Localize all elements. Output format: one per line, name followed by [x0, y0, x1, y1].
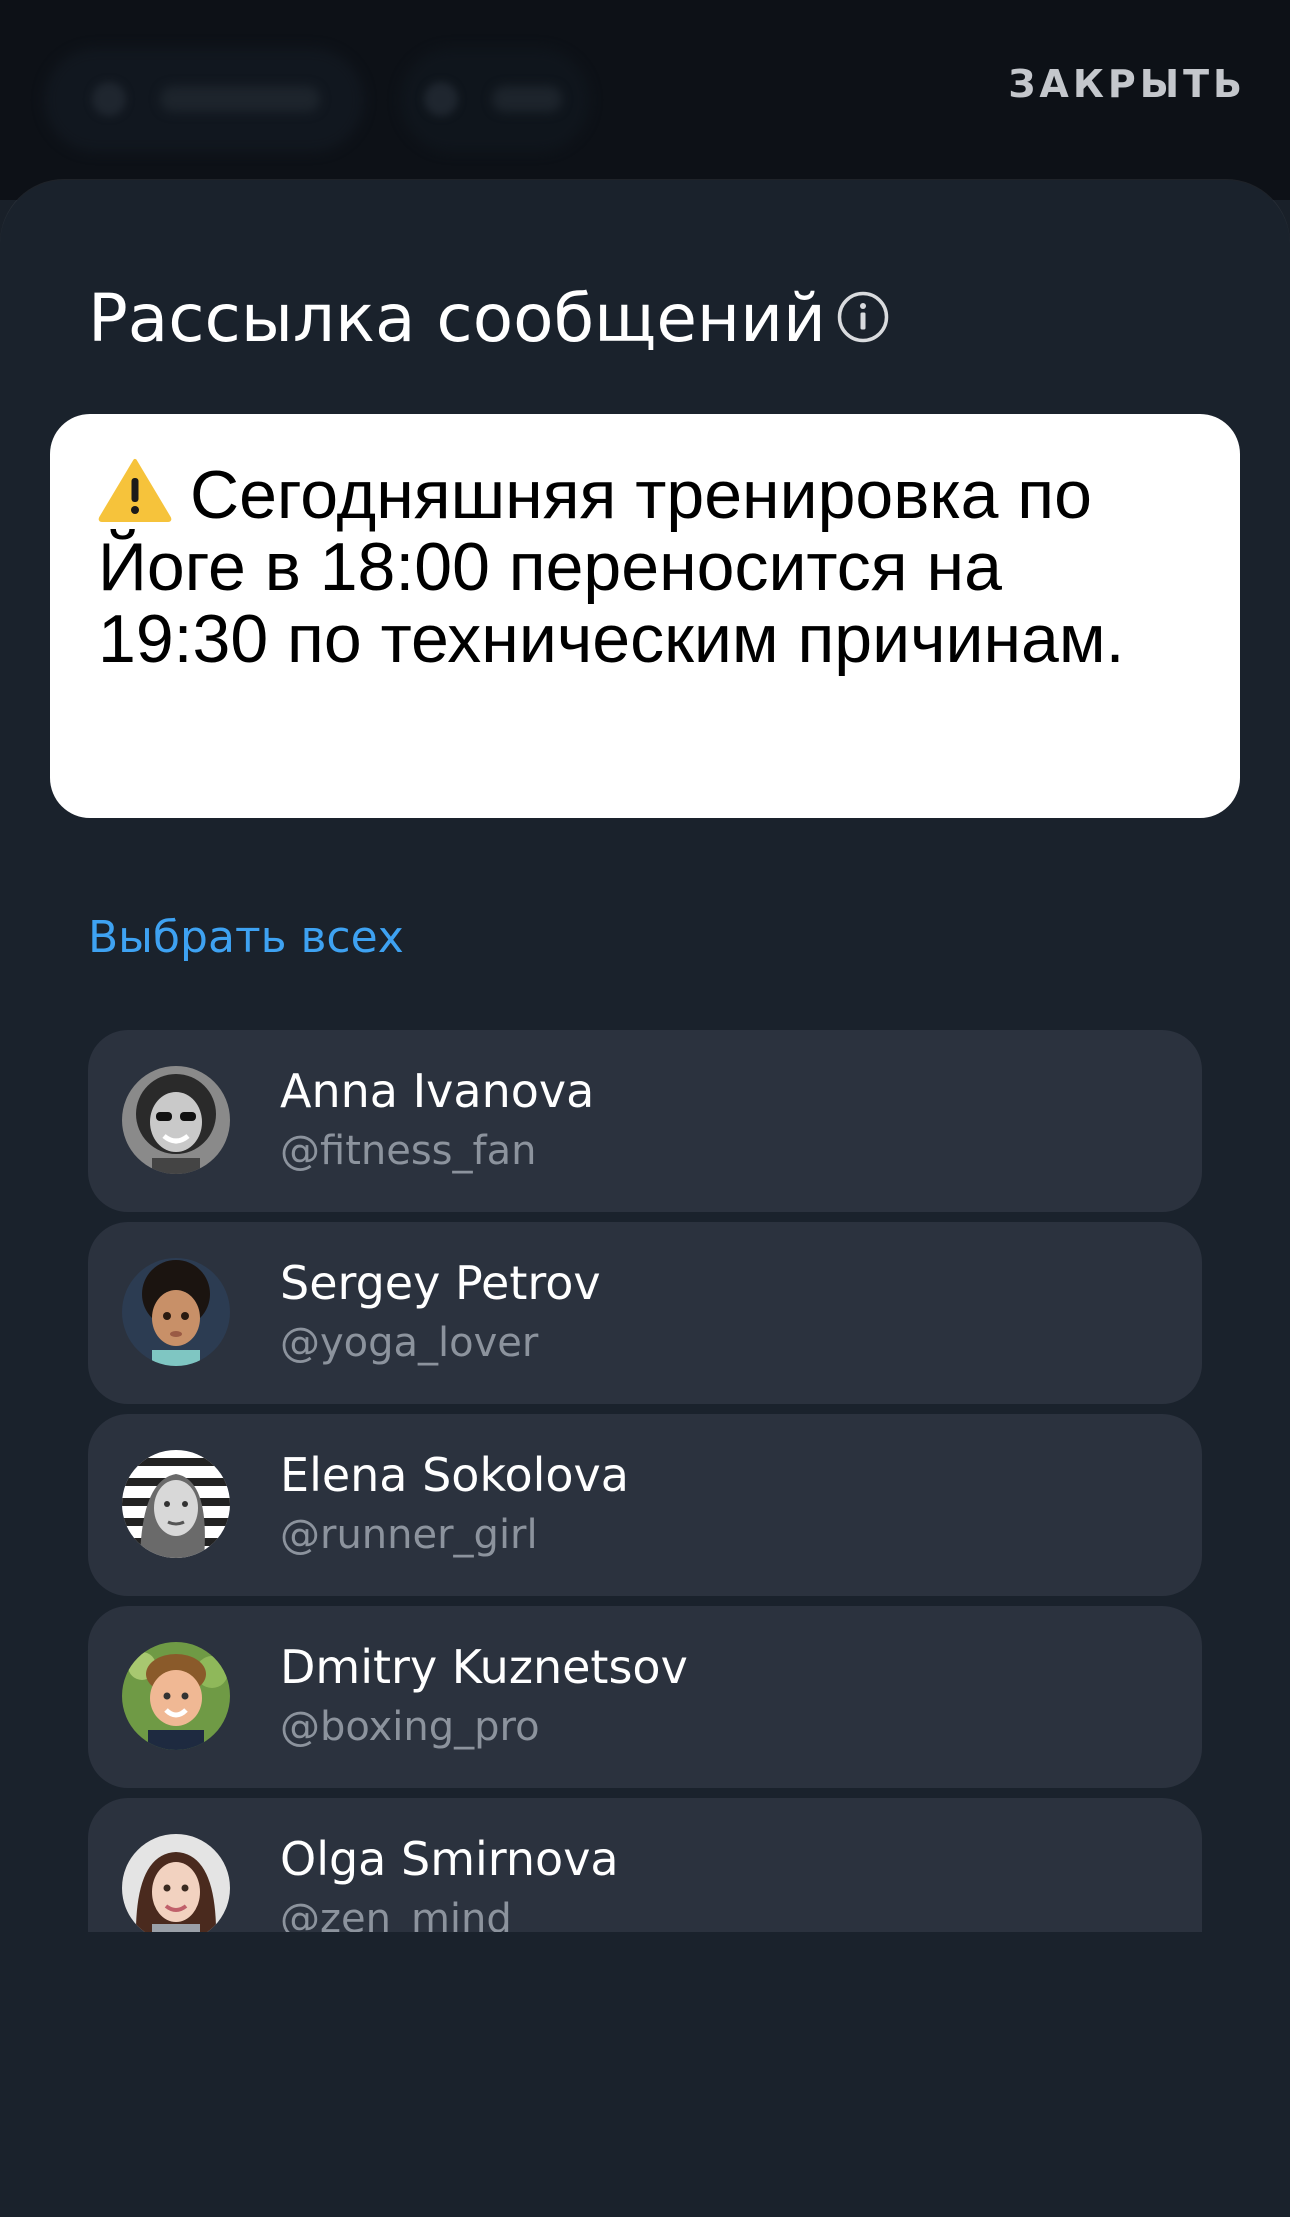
recipient-name: Dmitry Kuznetsov — [280, 1640, 688, 1694]
recipient-handle: @zen_mind — [280, 1896, 512, 1932]
recipient-name: Anna Ivanova — [280, 1064, 595, 1118]
recipient-handle: @boxing_pro — [280, 1704, 540, 1750]
blurred-label — [160, 86, 320, 112]
info-circle-icon[interactable] — [836, 290, 890, 344]
avatar — [122, 1834, 230, 1932]
recipient-handle: @runner_girl — [280, 1512, 538, 1558]
recipient-name: Elena Sokolova — [280, 1448, 629, 1502]
avatar-image — [122, 1258, 230, 1366]
avatar-image — [122, 1642, 230, 1750]
message-preview-card: Сегодняшняя тренировка по Йоге в 18:00 п… — [50, 414, 1240, 818]
warning-icon — [98, 459, 172, 522]
background-header: ЗАКРЫТЬ — [0, 0, 1290, 200]
select-all-link[interactable]: Выбрать всех — [88, 912, 404, 963]
recipient-name: Sergey Petrov — [280, 1256, 601, 1310]
avatar — [122, 1642, 230, 1750]
recipients-list: Anna Ivanova @fitness_fan Sergey Petrov … — [0, 1030, 1290, 1932]
recipient-item[interactable]: Anna Ivanova @fitness_fan — [88, 1030, 1202, 1212]
avatar-image — [122, 1066, 230, 1174]
blurred-label — [492, 86, 562, 112]
blurred-icon — [424, 82, 458, 116]
broadcast-screen: ЗАКРЫТЬ Рассылка сообщений Сегодняшняя т… — [0, 0, 1290, 2217]
blurred-icon — [92, 82, 126, 116]
recipient-item[interactable]: Elena Sokolova @runner_girl — [88, 1414, 1202, 1596]
avatar-image — [122, 1834, 230, 1932]
avatar-image — [122, 1450, 230, 1558]
message-paragraph: Сегодняшняя тренировка по Йоге в 18:00 п… — [98, 458, 1188, 675]
recipient-item[interactable]: Olga Smirnova @zen_mind — [88, 1798, 1202, 1932]
avatar — [122, 1450, 230, 1558]
avatar — [122, 1066, 230, 1174]
avatar — [122, 1258, 230, 1366]
recipient-name: Olga Smirnova — [280, 1832, 619, 1886]
recipient-item[interactable]: Sergey Petrov @yoga_lover — [88, 1222, 1202, 1404]
broadcast-sheet: Рассылка сообщений Сегодняшняя тренировк… — [0, 180, 1290, 2217]
recipient-item[interactable]: Dmitry Kuznetsov @boxing_pro — [88, 1606, 1202, 1788]
recipient-handle: @yoga_lover — [280, 1320, 539, 1366]
sheet-title: Рассылка сообщений — [88, 280, 826, 357]
close-button[interactable]: ЗАКРЫТЬ — [1008, 62, 1246, 106]
recipient-handle: @fitness_fan — [280, 1128, 537, 1174]
message-text: Сегодняшняя тренировка по Йоге в 18:00 п… — [98, 457, 1125, 677]
